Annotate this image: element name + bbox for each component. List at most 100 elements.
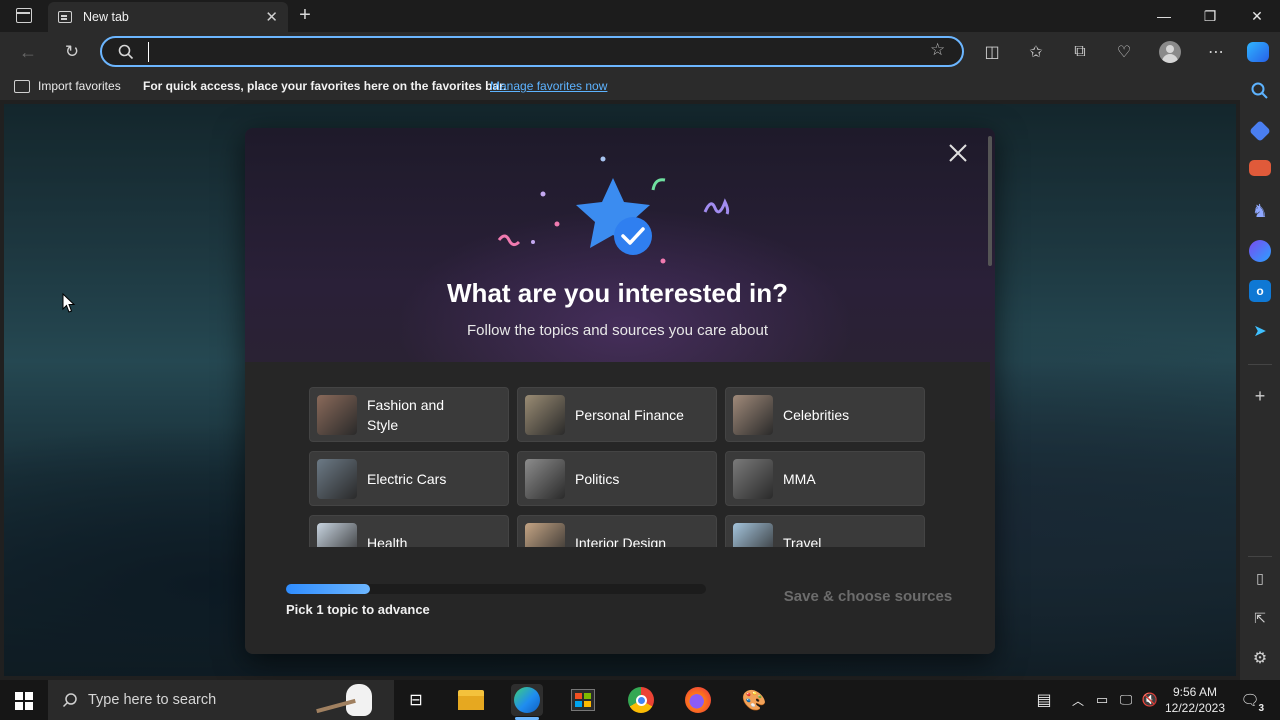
- taskbar-search-icon: [62, 693, 77, 708]
- interests-dialog: What are you interested in? Follow the t…: [245, 128, 995, 654]
- notifications-icon[interactable]: 🗨 3: [1234, 684, 1266, 716]
- profile-avatar[interactable]: [1158, 40, 1182, 64]
- manage-favorites-link[interactable]: Manage favorites now: [490, 79, 607, 93]
- close-dialog-icon[interactable]: [947, 142, 969, 164]
- favorites-bar: Import favorites For quick access, place…: [0, 72, 1240, 100]
- topic-thumbnail: [317, 458, 357, 499]
- sidebar-search-icon[interactable]: [1249, 80, 1271, 102]
- chrome-icon[interactable]: [625, 684, 657, 716]
- topic-tile[interactable]: Fashion and Style: [309, 387, 509, 442]
- search-icon: [118, 44, 134, 60]
- copilot-icon[interactable]: [1246, 40, 1270, 64]
- clock-date: 12/22/2023: [1164, 701, 1226, 715]
- dialog-subtitle: Follow the topics and sources you care a…: [466, 322, 768, 339]
- microsoft-365-icon[interactable]: [1249, 240, 1271, 262]
- star-check-illustration: [497, 156, 730, 264]
- favorites-icon[interactable]: ✩: [1024, 40, 1048, 64]
- tab-new-tab[interactable]: New tab ✕: [48, 2, 288, 32]
- topic-thumbnail: [733, 394, 773, 435]
- topic-label: Travel: [783, 534, 822, 548]
- task-view-icon[interactable]: ⊟: [400, 684, 432, 716]
- tools-icon[interactable]: [1249, 160, 1271, 176]
- edge-sidebar: ♞ o ➤ + ▯ ⇱ ⚙: [1240, 72, 1280, 680]
- outlook-icon[interactable]: o: [1249, 280, 1271, 302]
- topic-label: Electric Cars: [367, 470, 447, 487]
- topic-tile[interactable]: Celebrities: [725, 387, 925, 442]
- taskbar-search-box[interactable]: Type here to search: [48, 680, 394, 720]
- topic-label: Interior Design: [575, 534, 667, 548]
- topic-label: Celebrities: [783, 406, 850, 423]
- clock[interactable]: 9:56 AM 12/22/2023: [1162, 684, 1228, 716]
- topic-thumbnail: [733, 458, 773, 499]
- topic-tile[interactable]: Interior Design: [517, 515, 717, 547]
- more-options-icon[interactable]: ⋯: [1204, 40, 1228, 64]
- open-external-icon[interactable]: ⇱: [1249, 607, 1271, 629]
- topic-thumbnail: [317, 394, 357, 435]
- tab-title: New tab: [83, 10, 129, 24]
- browser-essentials-icon[interactable]: ♡: [1112, 40, 1136, 64]
- topic-tile[interactable]: Personal Finance: [517, 387, 717, 442]
- topic-thumbnail: [733, 522, 773, 547]
- windows-start-icon[interactable]: [15, 692, 33, 710]
- refresh-icon[interactable]: ↻: [60, 40, 84, 64]
- address-bar[interactable]: ☆: [100, 36, 964, 67]
- address-input[interactable]: [148, 42, 908, 62]
- firefox-icon[interactable]: [682, 684, 714, 716]
- topic-thumbnail: [317, 522, 357, 547]
- close-tab-icon[interactable]: ✕: [265, 8, 278, 26]
- topic-label: MMA: [783, 470, 816, 487]
- new-tab-button[interactable]: +: [294, 4, 316, 26]
- topic-tile[interactable]: Travel: [725, 515, 925, 547]
- sidebar-settings-icon[interactable]: ⚙: [1249, 647, 1271, 669]
- split-screen-icon[interactable]: ◫: [980, 40, 1004, 64]
- favorites-bar-message: For quick access, place your favorites h…: [143, 79, 507, 93]
- topic-label: Personal Finance: [575, 406, 684, 423]
- new-tab-page-icon: [58, 11, 72, 23]
- address-toolbar: ← ↻ ☆ ◫ ✩ ⧉ ♡ ⋯: [0, 32, 1280, 72]
- topic-thumbnail: [525, 522, 565, 547]
- games-icon[interactable]: ♞: [1249, 200, 1271, 222]
- topic-tile[interactable]: MMA: [725, 451, 925, 506]
- close-window-button[interactable]: ✕: [1234, 0, 1280, 32]
- import-favorites-button[interactable]: Import favorites: [14, 79, 121, 93]
- add-sidebar-app-icon[interactable]: +: [1249, 385, 1271, 407]
- progress-label: Pick 1 topic to advance: [286, 602, 430, 617]
- progress-bar: [286, 584, 706, 594]
- title-bar: New tab ✕ + — ❐ ✕: [0, 0, 1280, 32]
- tab-actions-icon[interactable]: [16, 8, 32, 23]
- clock-time: 9:56 AM: [1172, 685, 1218, 699]
- topic-label: Health: [367, 534, 408, 548]
- notification-count-badge: 3: [1258, 703, 1264, 714]
- taskbar: Type here to search ⊟ 🎨 ▤ ︿ ▭ 🖵 🔇 9:56 A…: [0, 680, 1280, 720]
- save-and-choose-sources-button[interactable]: Save & choose sources: [768, 588, 968, 612]
- file-explorer-icon[interactable]: [455, 684, 487, 716]
- dialog-scrollbar[interactable]: [988, 136, 992, 266]
- topic-label: Politics: [575, 470, 620, 487]
- mouse-cursor-icon: [62, 293, 76, 313]
- shopping-icon[interactable]: [1249, 120, 1271, 142]
- progress-fill: [286, 584, 370, 594]
- paint-icon[interactable]: 🎨: [738, 684, 770, 716]
- back-icon[interactable]: ←: [16, 40, 40, 64]
- hide-sidebar-icon[interactable]: ▯: [1249, 567, 1271, 589]
- topic-thumbnail: [525, 394, 565, 435]
- minimize-button[interactable]: —: [1141, 0, 1187, 32]
- topic-grid: Fashion and Style Personal Finance Celebri…: [309, 387, 929, 547]
- import-favorites-label: Import favorites: [38, 79, 121, 93]
- topic-label: Fashion and Style: [367, 396, 445, 433]
- topic-tile[interactable]: Health: [309, 515, 509, 547]
- dialog-title: What are you interested in?: [447, 278, 788, 308]
- collections-icon[interactable]: ⧉: [1068, 40, 1092, 64]
- taskbar-search-placeholder: Type here to search: [88, 692, 217, 708]
- microsoft-store-icon[interactable]: [567, 684, 599, 716]
- topic-tile[interactable]: Electric Cars: [309, 451, 509, 506]
- restore-button[interactable]: ❐: [1187, 0, 1233, 32]
- search-highlight-owl-icon: [316, 682, 386, 718]
- news-widget-icon[interactable]: ▤: [1028, 684, 1060, 716]
- topic-thumbnail: [525, 458, 565, 499]
- edge-taskbar-icon[interactable]: [511, 684, 543, 716]
- favorite-star-icon[interactable]: ☆: [930, 40, 945, 60]
- topic-tile[interactable]: Politics: [517, 451, 717, 506]
- import-favorites-icon: [14, 79, 30, 93]
- drop-icon[interactable]: ➤: [1249, 320, 1271, 342]
